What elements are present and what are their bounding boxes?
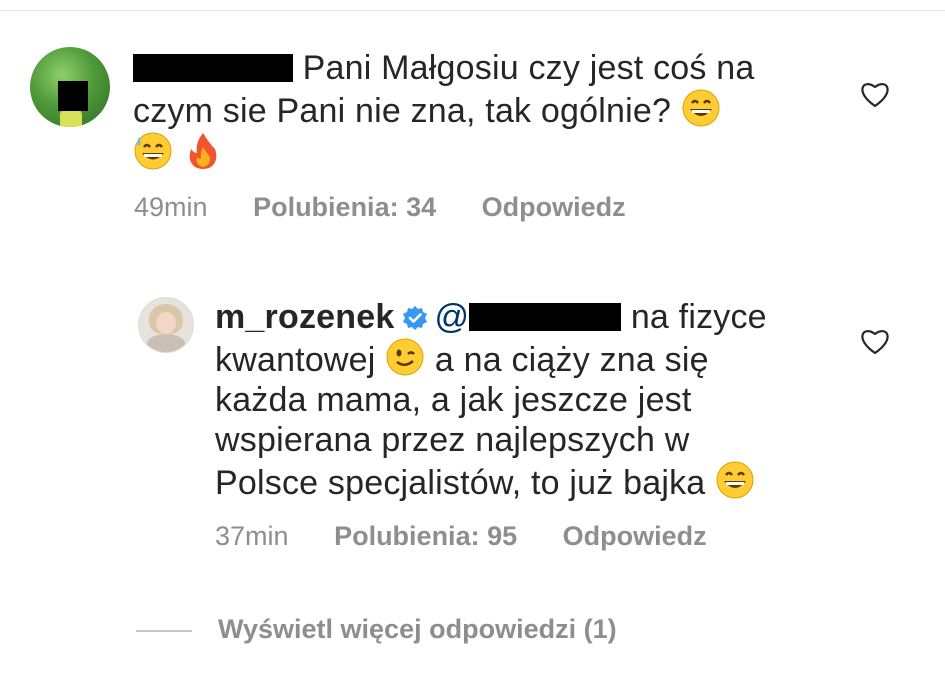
mention-prefix: @ (434, 298, 470, 336)
reply-button[interactable]: Odpowiedz (563, 521, 707, 551)
fire-emoji (189, 133, 216, 169)
reply-text-part3: a na ciąży zna się (434, 341, 709, 379)
heart-icon[interactable] (860, 80, 890, 108)
verified-badge-icon (403, 306, 428, 330)
username-link[interactable]: m_rozenek (215, 298, 394, 336)
comment-body: Pani Małgosiu czy jest coś na czym sie P… (133, 48, 823, 174)
reply-body: m_rozenek @ na fizyce kwantowej a na cią… (215, 297, 855, 503)
reply-button[interactable]: Odpowiedz (482, 192, 626, 222)
comment-meta: 49min Polubienia: 34 Odpowiedz (134, 192, 664, 223)
username-censor-bar[interactable] (133, 54, 293, 82)
grinning-sweat-face-emoji (134, 132, 172, 170)
avatar[interactable] (138, 297, 194, 353)
reply-meta: 37min Polubienia: 95 Odpowiedz (215, 521, 745, 552)
heart-icon[interactable] (860, 327, 890, 355)
reply-text-line4: wspierana przez najlepszych w (215, 421, 690, 459)
likes-count-link[interactable]: Polubienia: 34 (253, 192, 436, 222)
mention-censor-bar (469, 303, 622, 331)
replies-divider-line (136, 629, 192, 632)
mention-link[interactable]: @ (434, 298, 622, 336)
view-more-replies-button[interactable]: Wyświetl więcej odpowiedzi (1) (136, 614, 617, 645)
reply-time: 37min (215, 521, 289, 551)
reply-text-part2: kwantowej (215, 341, 376, 379)
reply-text-line5: Polsce specjalistów, to już bajka (215, 464, 706, 502)
winking-face-emoji (386, 338, 424, 376)
likes-count-link[interactable]: Polubienia: 95 (334, 521, 517, 551)
reply-text-part1: na fizyce (630, 298, 767, 336)
grinning-face-emoji (682, 89, 720, 127)
grinning-face-emoji (716, 461, 754, 499)
view-more-label: Wyświetl więcej odpowiedzi (1) (218, 614, 617, 644)
comment-text-line2: czym sie Pani nie zna, tak ogólnie? (133, 92, 672, 130)
avatar-shirt (60, 109, 82, 127)
avatar[interactable] (30, 47, 110, 127)
avatar-face (156, 312, 176, 334)
avatar-body (147, 334, 185, 352)
comment-text-line1: Pani Małgosiu czy jest coś na (302, 49, 755, 87)
top-divider (0, 10, 945, 11)
reply-text-line3: każda mama, a jak jeszcze jest (215, 381, 692, 419)
avatar-censor-bar (58, 81, 88, 111)
comment-time: 49min (134, 192, 208, 222)
